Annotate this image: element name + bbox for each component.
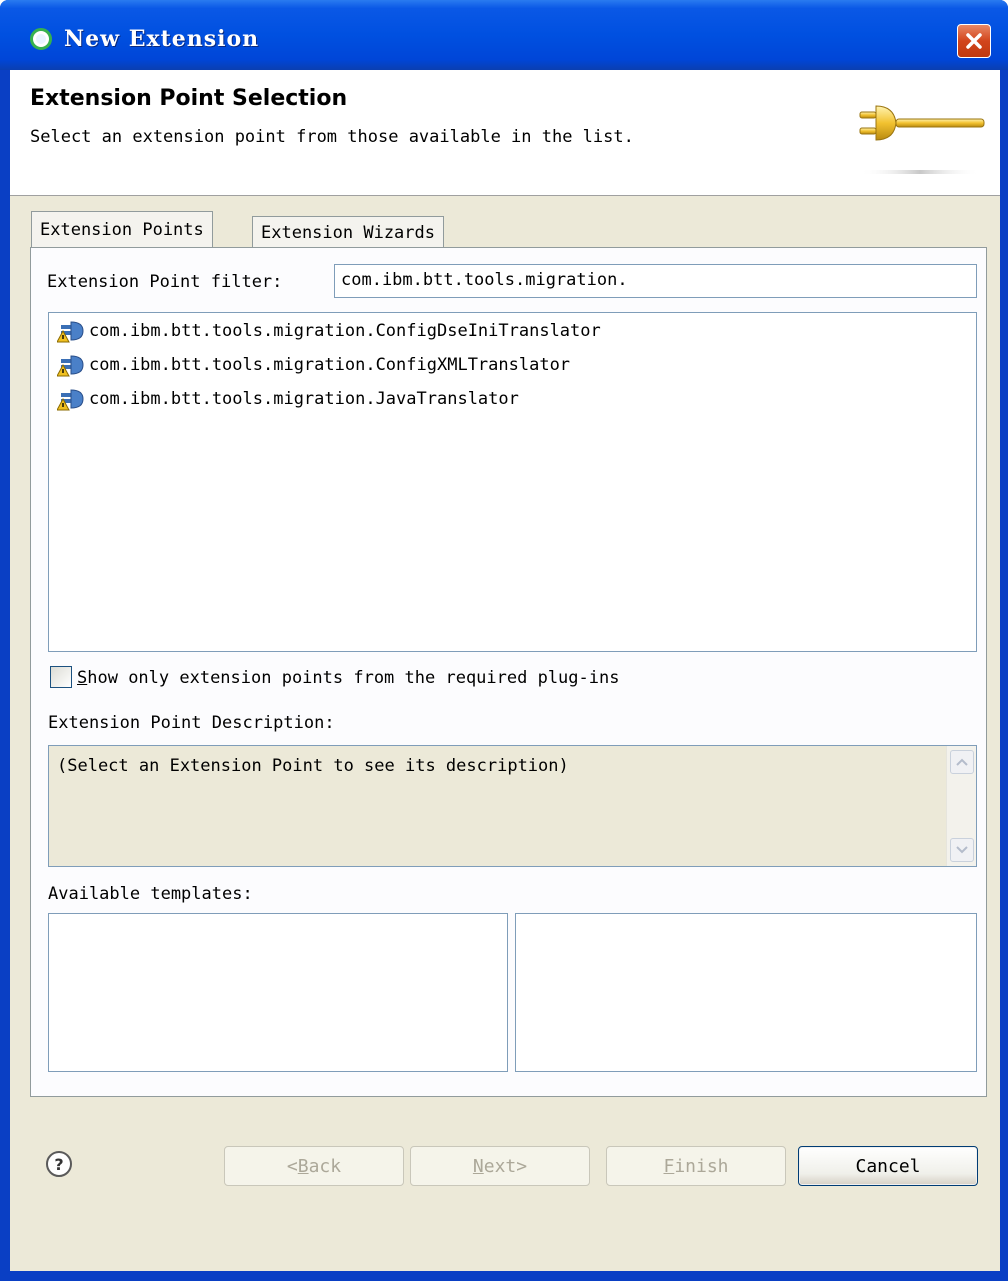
list-item-label: com.ibm.btt.tools.migration.ConfigDseIni… [89, 321, 601, 341]
close-button[interactable] [957, 24, 991, 58]
filter-label: Extension Point filter: [47, 272, 283, 292]
eclipse-app-icon [30, 28, 52, 50]
tab-label: Extension Points [40, 219, 204, 240]
extension-point-warning-icon [57, 321, 84, 343]
finish-button: Finish [606, 1146, 786, 1186]
list-item-label: com.ibm.btt.tools.migration.JavaTranslat… [89, 389, 519, 409]
window-title: New Extension [64, 26, 260, 52]
required-plugins-label[interactable]: Show only extension points from the requ… [77, 668, 619, 688]
extension-point-warning-icon [57, 355, 84, 377]
chevron-down-icon [956, 846, 968, 854]
next-button: Next > [410, 1146, 590, 1186]
tab-extension-points[interactable]: Extension Points [31, 211, 213, 247]
extension-point-warning-icon [57, 389, 84, 411]
list-item[interactable]: com.ibm.btt.tools.migration.ConfigDseIni… [57, 317, 601, 345]
help-icon[interactable]: ? [46, 1151, 72, 1177]
page-title: Extension Point Selection [30, 86, 348, 111]
description-scrollbar[interactable] [946, 746, 976, 866]
list-item-label: com.ibm.btt.tools.migration.ConfigXMLTra… [89, 355, 571, 375]
templates-list[interactable] [48, 913, 508, 1072]
tab-label: Extension Wizards [261, 222, 435, 243]
extension-point-list[interactable]: com.ibm.btt.tools.migration.ConfigDseIni… [48, 312, 977, 652]
description-text: (Select an Extension Point to see its de… [57, 756, 569, 776]
templates-label: Available templates: [48, 884, 253, 904]
cancel-button[interactable]: Cancel [798, 1146, 978, 1186]
list-item[interactable]: com.ibm.btt.tools.migration.JavaTranslat… [57, 385, 519, 413]
filter-input[interactable]: com.ibm.btt.tools.migration. [334, 264, 977, 298]
required-plugins-checkbox[interactable] [50, 666, 72, 688]
plug-icon [859, 105, 985, 174]
page-description: Select an extension point from those ava… [30, 127, 634, 147]
close-icon [966, 33, 982, 49]
extension-points-panel: Extension Point filter: com.ibm.btt.tool… [30, 247, 987, 1097]
description-label: Extension Point Description: [48, 713, 335, 733]
description-box: (Select an Extension Point to see its de… [48, 745, 977, 867]
list-item[interactable]: com.ibm.btt.tools.migration.ConfigXMLTra… [57, 351, 570, 379]
wizard-header: Extension Point Selection Select an exte… [10, 70, 1000, 196]
back-button: < Back [224, 1146, 404, 1186]
scroll-down-button[interactable] [950, 838, 974, 862]
tab-extension-wizards[interactable]: Extension Wizards [252, 216, 444, 248]
dialog-client-area: Extension Point Selection Select an exte… [10, 70, 1000, 1271]
scroll-up-button[interactable] [950, 750, 974, 774]
template-preview [515, 913, 977, 1072]
title-bar[interactable]: New Extension [0, 0, 1008, 70]
chevron-up-icon [956, 758, 968, 766]
new-extension-dialog: New Extension Extension Point Selection … [0, 0, 1008, 1281]
